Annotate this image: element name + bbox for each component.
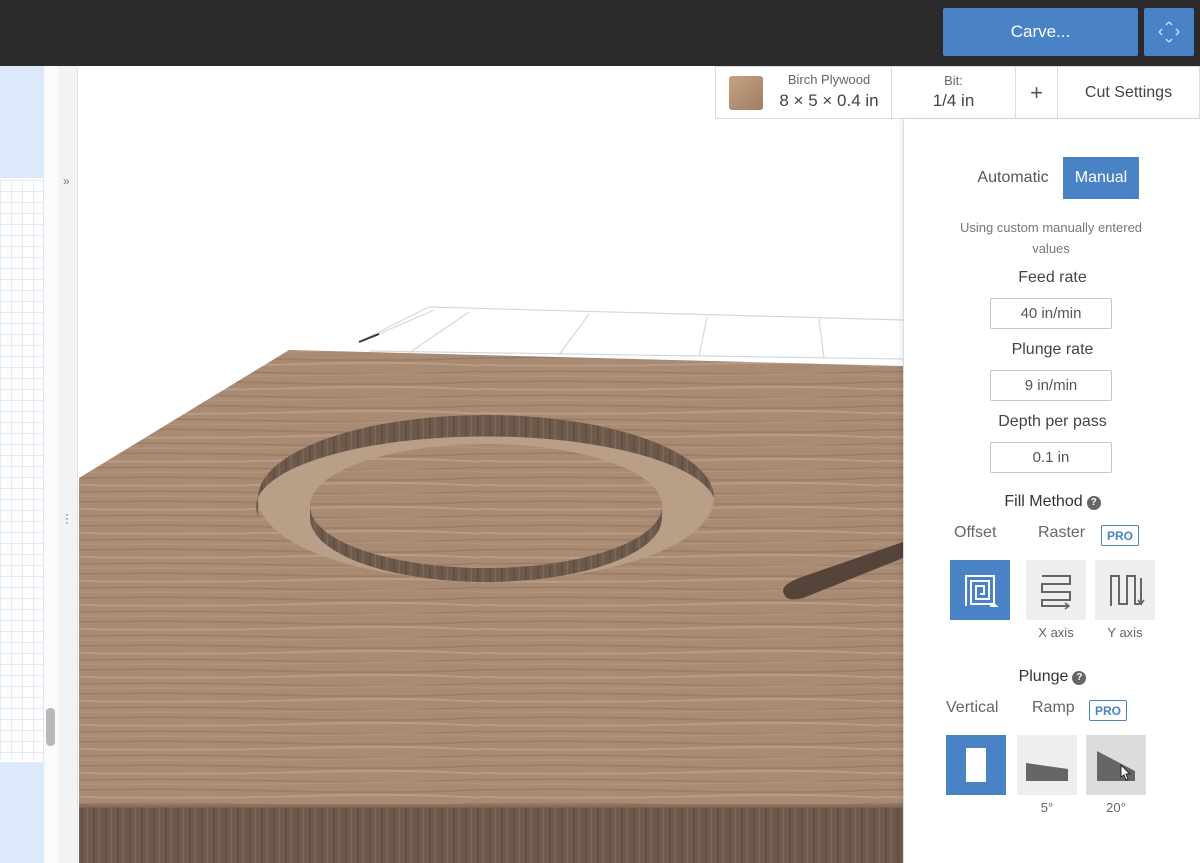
plunge-title: Plunge? — [904, 668, 1200, 686]
fill-method-title: Fill Method? — [904, 493, 1200, 511]
top-bar: Carve... — [0, 0, 1200, 66]
machine-bed-grid — [358, 306, 904, 360]
vertical-plunge-icon — [966, 748, 986, 782]
bit-value: 1/4 in — [932, 91, 975, 110]
vertical-label: Vertical — [946, 699, 999, 716]
raster-label: Raster — [1038, 524, 1086, 541]
feed-rate-label: Feed rate — [1018, 269, 1087, 286]
plunge-ramp-20-option[interactable] — [1086, 735, 1146, 795]
circle-cut-island — [310, 444, 662, 568]
ramp-5-caption: 5° — [1040, 800, 1054, 815]
raster-y-axis-icon — [1110, 575, 1145, 606]
raster-x-axis-icon — [1041, 575, 1071, 610]
wood-stock-edge — [79, 806, 903, 863]
scrollbar-thumb[interactable] — [46, 708, 55, 746]
left-panel-grid — [0, 180, 44, 760]
ramp-20-caption: 20° — [1106, 800, 1126, 815]
depth-per-pass-label: Depth per pass — [998, 413, 1107, 430]
plunge-title-text: Plunge — [1018, 668, 1069, 685]
fill-method-title-text: Fill Method — [1004, 493, 1083, 510]
drag-handle-icon[interactable]: · · · — [65, 508, 69, 528]
offset-spiral-icon — [965, 575, 999, 607]
ramp-pro-badge: PRO — [1089, 700, 1127, 721]
cut-settings-panel: Automatic Manual Using custom manually e… — [903, 119, 1200, 863]
y-axis-caption: Y axis — [1107, 625, 1143, 640]
raster-pro-badge: PRO — [1101, 525, 1139, 546]
plunge-vertical-option[interactable] — [946, 735, 1006, 795]
fill-raster-y-option[interactable] — [1095, 560, 1155, 620]
material-name: Birch Plywood — [787, 72, 871, 87]
material-selector[interactable]: Birch Plywood 8 × 5 × 0.4 in — [716, 67, 892, 118]
material-toolbar: Birch Plywood 8 × 5 × 0.4 in Bit: 1/4 in… — [715, 66, 1200, 119]
mode-description: Using custom manually entered values — [959, 220, 1143, 256]
depth-per-pass-input[interactable]: 0.1 in — [990, 442, 1112, 473]
cut-settings-button[interactable]: Cut Settings — [1058, 67, 1199, 118]
automatic-mode-button[interactable]: Automatic — [967, 157, 1059, 199]
left-panel-highlight — [0, 66, 44, 178]
add-bit-button[interactable]: + — [1016, 67, 1058, 118]
material-dimensions: 8 × 5 × 0.4 in — [779, 91, 879, 110]
question-circle-icon[interactable]: ? — [1086, 496, 1101, 510]
ramp-5-icon — [1026, 763, 1068, 781]
bit-label: Bit: — [944, 73, 963, 88]
expand-view-button[interactable] — [1144, 8, 1194, 56]
ramp-label: Ramp — [1032, 699, 1075, 716]
question-circle-icon[interactable]: ? — [1072, 671, 1087, 685]
material-swatch — [729, 76, 763, 110]
fill-raster-x-option[interactable] — [1026, 560, 1086, 620]
carve-button[interactable]: Carve... — [943, 8, 1138, 56]
expand-arrows-icon — [1158, 21, 1180, 43]
expand-panel-chevron-icon[interactable]: » — [63, 174, 70, 188]
plunge-rate-input[interactable]: 9 in/min — [990, 370, 1112, 401]
panel-collapse-column: » · · · — [58, 66, 78, 863]
left-panel-edge — [0, 66, 44, 863]
bit-selector[interactable]: Bit: 1/4 in — [892, 67, 1016, 118]
feed-rate-input[interactable]: 40 in/min — [990, 298, 1112, 329]
ramp-20-icon — [1097, 751, 1135, 781]
manual-mode-button[interactable]: Manual — [1063, 157, 1139, 199]
plunge-rate-label: Plunge rate — [1011, 341, 1094, 358]
left-panel-highlight-bottom — [0, 762, 44, 863]
plunge-ramp-5-option[interactable] — [1017, 735, 1077, 795]
offset-label: Offset — [954, 524, 997, 541]
fill-offset-option[interactable] — [950, 560, 1010, 620]
x-axis-caption: X axis — [1038, 625, 1074, 640]
